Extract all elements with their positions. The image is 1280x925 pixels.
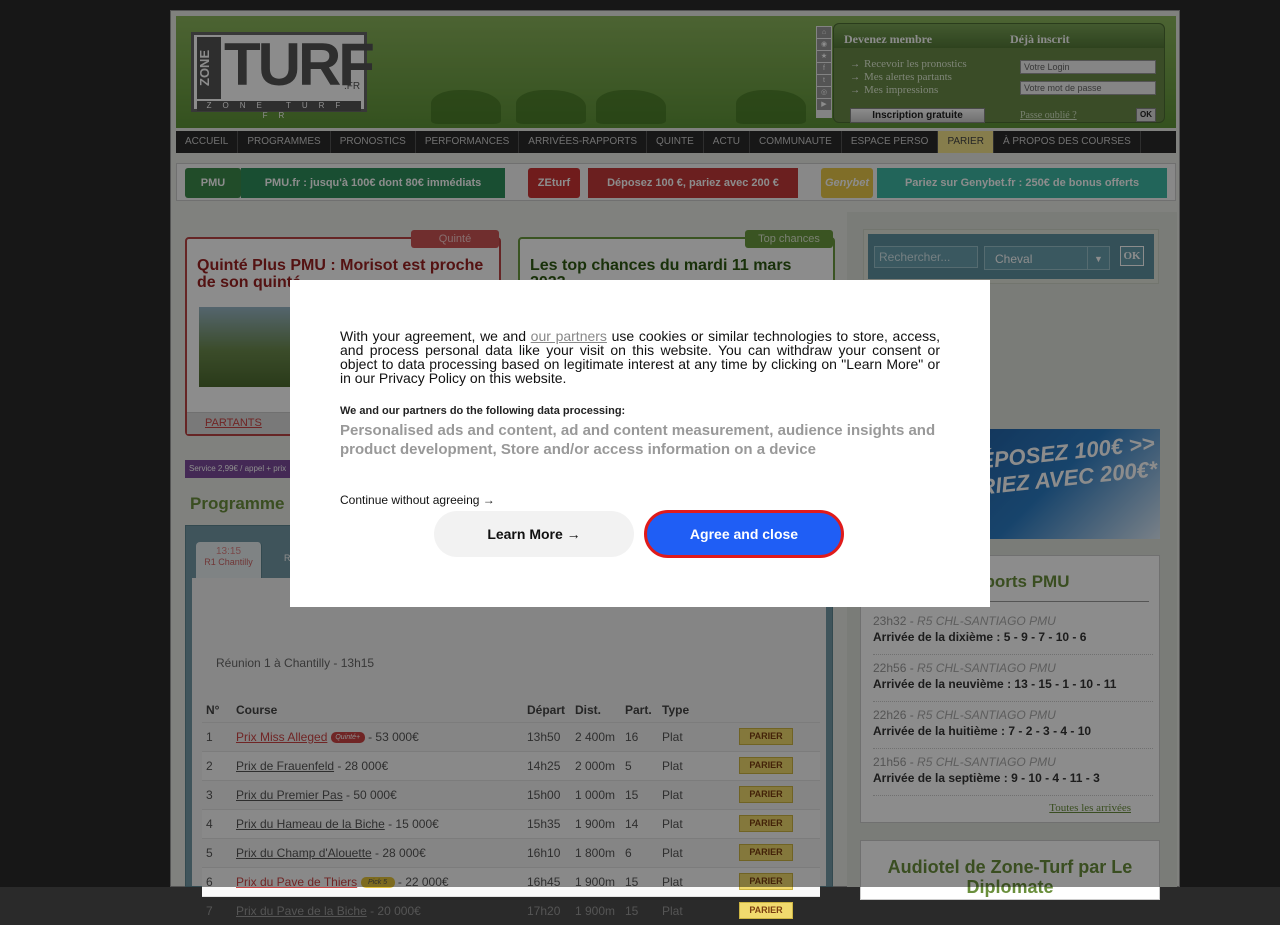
race-number: 7 bbox=[202, 895, 232, 925]
agree-and-close-button[interactable]: Agree and close bbox=[644, 510, 844, 558]
table-row: 7 Prix du Pave de la Biche - 20 000€ 17h20… bbox=[202, 895, 820, 925]
learn-more-button[interactable]: Learn More → bbox=[434, 511, 634, 557]
bet-button[interactable]: PARIER bbox=[739, 902, 793, 920]
consent-modal: With your agreement, we and our partners… bbox=[290, 280, 990, 607]
race-type: Plat bbox=[658, 895, 735, 925]
race-name-link[interactable]: Prix du Pave de la Biche bbox=[236, 904, 367, 918]
race-prize: - 20 000€ bbox=[370, 903, 421, 918]
continue-without-agreeing-link[interactable]: Continue without agreeing → bbox=[340, 493, 495, 507]
consent-intro: With your agreement, we and our partners… bbox=[340, 329, 940, 385]
race-departure: 17h20 bbox=[523, 895, 571, 925]
race-runners: 15 bbox=[621, 895, 658, 925]
race-distance: 1 900m bbox=[571, 895, 621, 925]
processing-purposes: Personalised ads and content, ad and con… bbox=[340, 422, 936, 458]
processing-title: We and our partners do the following dat… bbox=[340, 405, 626, 417]
